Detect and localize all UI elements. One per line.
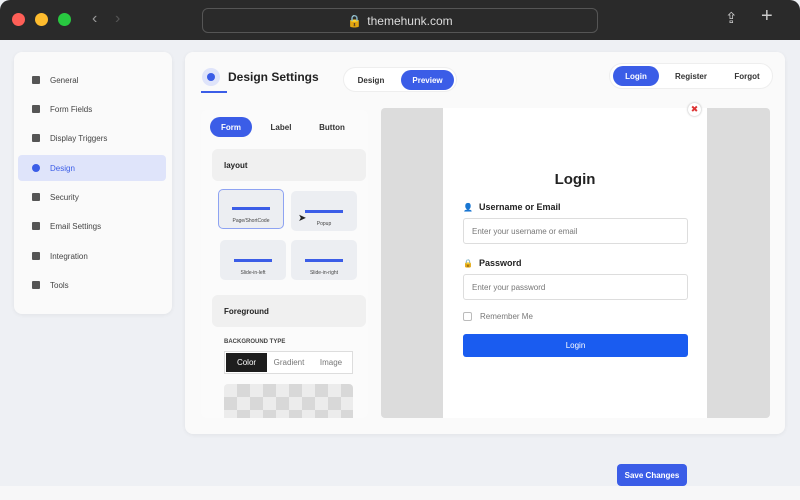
sidebar-item-icon (32, 134, 40, 142)
minimize-window-button[interactable] (35, 13, 48, 26)
tab-button[interactable]: Button (310, 117, 354, 137)
maximize-window-button[interactable] (58, 13, 71, 26)
login-submit-button[interactable]: Login (463, 334, 688, 357)
user-icon: 👤 (463, 202, 473, 212)
layout-option-slide-in-right[interactable]: Slide-in-right (291, 240, 357, 280)
bg-type-gradient[interactable]: Gradient (268, 353, 310, 372)
login-heading: Login (554, 171, 596, 188)
layout-label: Slide-in-right (309, 270, 339, 276)
back-icon[interactable]: ‹ (92, 10, 97, 28)
sidebar-item-label: Tools (50, 280, 69, 290)
close-window-button[interactable] (12, 13, 25, 26)
sidebar-item-display-triggers[interactable]: Display Triggers (18, 125, 166, 151)
bg-type-color[interactable]: Color (226, 353, 267, 372)
tab-preview[interactable]: Preview (401, 70, 454, 90)
tab-login[interactable]: Login (613, 66, 659, 86)
layout-label: Popup (316, 221, 332, 227)
username-label: 👤 Username or Email (463, 202, 561, 212)
sidebar-item-tools[interactable]: Tools (18, 272, 166, 298)
bg-type-image[interactable]: Image (310, 353, 352, 372)
password-input[interactable]: Enter your password (463, 274, 688, 300)
sidebar-item-label: Email Settings (50, 221, 102, 231)
sidebar-item-label: Display Triggers (50, 133, 108, 143)
sidebar-item-email-settings[interactable]: Email Settings (18, 213, 166, 239)
title-underline (201, 91, 227, 93)
remember-me-label: Remember Me (480, 312, 533, 321)
sidebar-item-integration[interactable]: Integration (18, 243, 166, 269)
sidebar-item-icon (32, 76, 40, 84)
sidebar-item-design[interactable]: Design (18, 155, 166, 181)
sidebar-item-icon (32, 252, 40, 260)
sidebar-item-icon (32, 105, 40, 113)
sidebar-item-label: General (50, 75, 79, 85)
sidebar-item-icon (32, 222, 40, 230)
sidebar-item-general[interactable]: General (18, 67, 166, 93)
sidebar-item-label: Security (50, 192, 79, 202)
password-label-text: Password (478, 258, 522, 268)
password-label: 🔒 Password (463, 258, 522, 268)
sidebar-item-label: Integration (50, 251, 88, 261)
sidebar-item-security[interactable]: Security (18, 184, 166, 210)
close-preview-icon[interactable]: ✖ (688, 103, 701, 116)
background-type-label: BACKGROUND TYPE (224, 339, 286, 345)
tab-design[interactable]: Design (346, 70, 396, 90)
tab-register[interactable]: Register (664, 66, 718, 86)
foreground-section-header[interactable]: Foreground (212, 295, 366, 327)
username-label-text: Username or Email (478, 202, 561, 212)
lock-icon: 🔒 (463, 258, 473, 268)
sidebar-item-label: Design (50, 163, 75, 173)
sidebar-item-icon (32, 281, 40, 289)
tab-forgot[interactable]: Forgot (722, 66, 772, 86)
footer-strip (0, 486, 800, 500)
tab-label[interactable]: Label (260, 117, 302, 137)
layout-option-page-shortcode[interactable]: Page/ShortCode (218, 189, 284, 229)
url-text: themehunk.com (367, 13, 453, 28)
layout-section-header[interactable]: layout (212, 149, 366, 181)
layout-label: Page/ShortCode (232, 218, 270, 224)
color-picker-swatch[interactable] (224, 384, 353, 418)
forward-icon[interactable]: › (115, 10, 120, 28)
layout-option-popup[interactable]: Popup (291, 191, 357, 231)
lock-icon: 🔒 (347, 13, 363, 28)
sidebar-item-icon (32, 193, 40, 201)
share-icon[interactable]: ⇪ (725, 9, 738, 27)
design-icon (202, 68, 220, 86)
layout-option-slide-in-left[interactable]: Slide-in-left (220, 240, 286, 280)
username-input[interactable]: Enter your username or email (463, 218, 688, 244)
remember-me-checkbox[interactable] (463, 312, 472, 321)
address-bar[interactable]: 🔒 themehunk.com (202, 8, 598, 33)
sidebar-item-label: Form Fields (50, 104, 93, 114)
tab-form[interactable]: Form (210, 117, 252, 137)
sidebar-item-icon (32, 164, 40, 172)
new-tab-icon[interactable]: + (761, 5, 773, 28)
page-title: Design Settings (228, 70, 319, 84)
cursor-icon: ➤ (298, 213, 307, 224)
layout-label: Slide-in-left (240, 270, 266, 276)
save-changes-button[interactable]: Save Changes (617, 464, 687, 486)
sidebar-item-form-fields[interactable]: Form Fields (18, 96, 166, 122)
